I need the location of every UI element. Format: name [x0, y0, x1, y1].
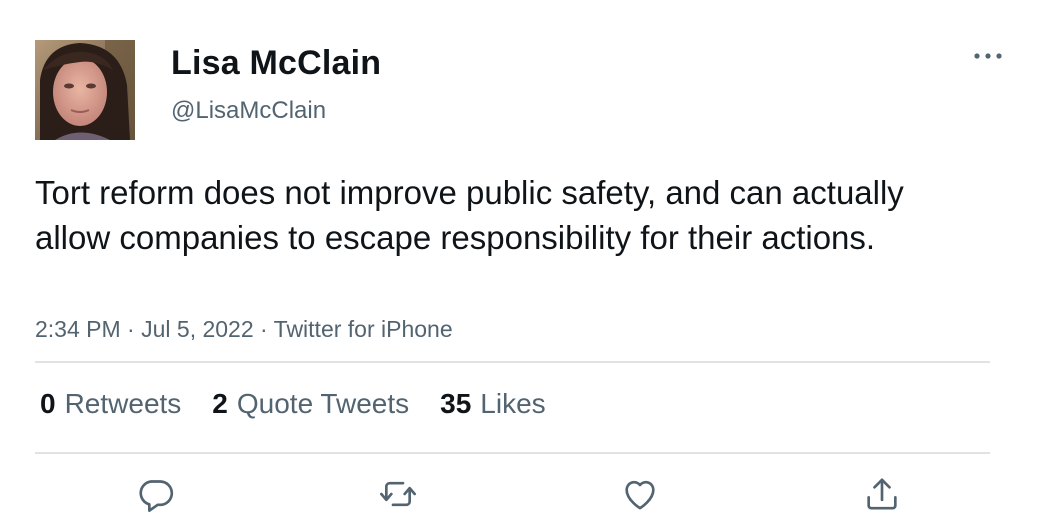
likes-stat[interactable]: 35 Likes	[440, 386, 546, 422]
tweet-stats: 0 Retweets 2 Quote Tweets 35 Likes	[40, 386, 577, 422]
retweets-count: 0	[40, 388, 56, 419]
tweet-text: Tort reform does not improve public safe…	[35, 174, 904, 256]
tweet-metadata: 2:34 PM · Jul 5, 2022 · Twitter for iPho…	[35, 314, 453, 344]
tweet-time[interactable]: 2:34 PM	[35, 316, 121, 342]
retweet-icon[interactable]	[378, 474, 418, 514]
likes-label: Likes	[480, 388, 546, 419]
meta-separator: ·	[120, 316, 142, 342]
display-name[interactable]: Lisa McClain	[171, 42, 381, 84]
heart-icon[interactable]	[620, 474, 660, 514]
quote-tweets-count: 2	[212, 388, 228, 419]
divider	[35, 361, 990, 363]
avatar[interactable]	[35, 40, 135, 140]
divider	[35, 452, 990, 454]
tweet-date[interactable]: Jul 5, 2022	[141, 316, 254, 342]
more-horizontal-icon[interactable]	[970, 46, 1006, 66]
tweet-card: Lisa McClain @LisaMcClain Tort reform do…	[0, 0, 1050, 525]
user-handle[interactable]: @LisaMcClain	[171, 96, 326, 126]
quote-tweets-stat[interactable]: 2 Quote Tweets	[212, 386, 409, 422]
retweets-label: Retweets	[64, 388, 182, 419]
share-icon[interactable]	[862, 474, 902, 514]
tweet-source[interactable]: Twitter for iPhone	[274, 316, 453, 342]
meta-separator: ·	[253, 316, 274, 342]
retweets-stat[interactable]: 0 Retweets	[40, 386, 181, 422]
reply-icon[interactable]	[136, 474, 176, 514]
likes-count: 35	[440, 388, 472, 419]
quote-tweets-label: Quote Tweets	[236, 388, 410, 419]
